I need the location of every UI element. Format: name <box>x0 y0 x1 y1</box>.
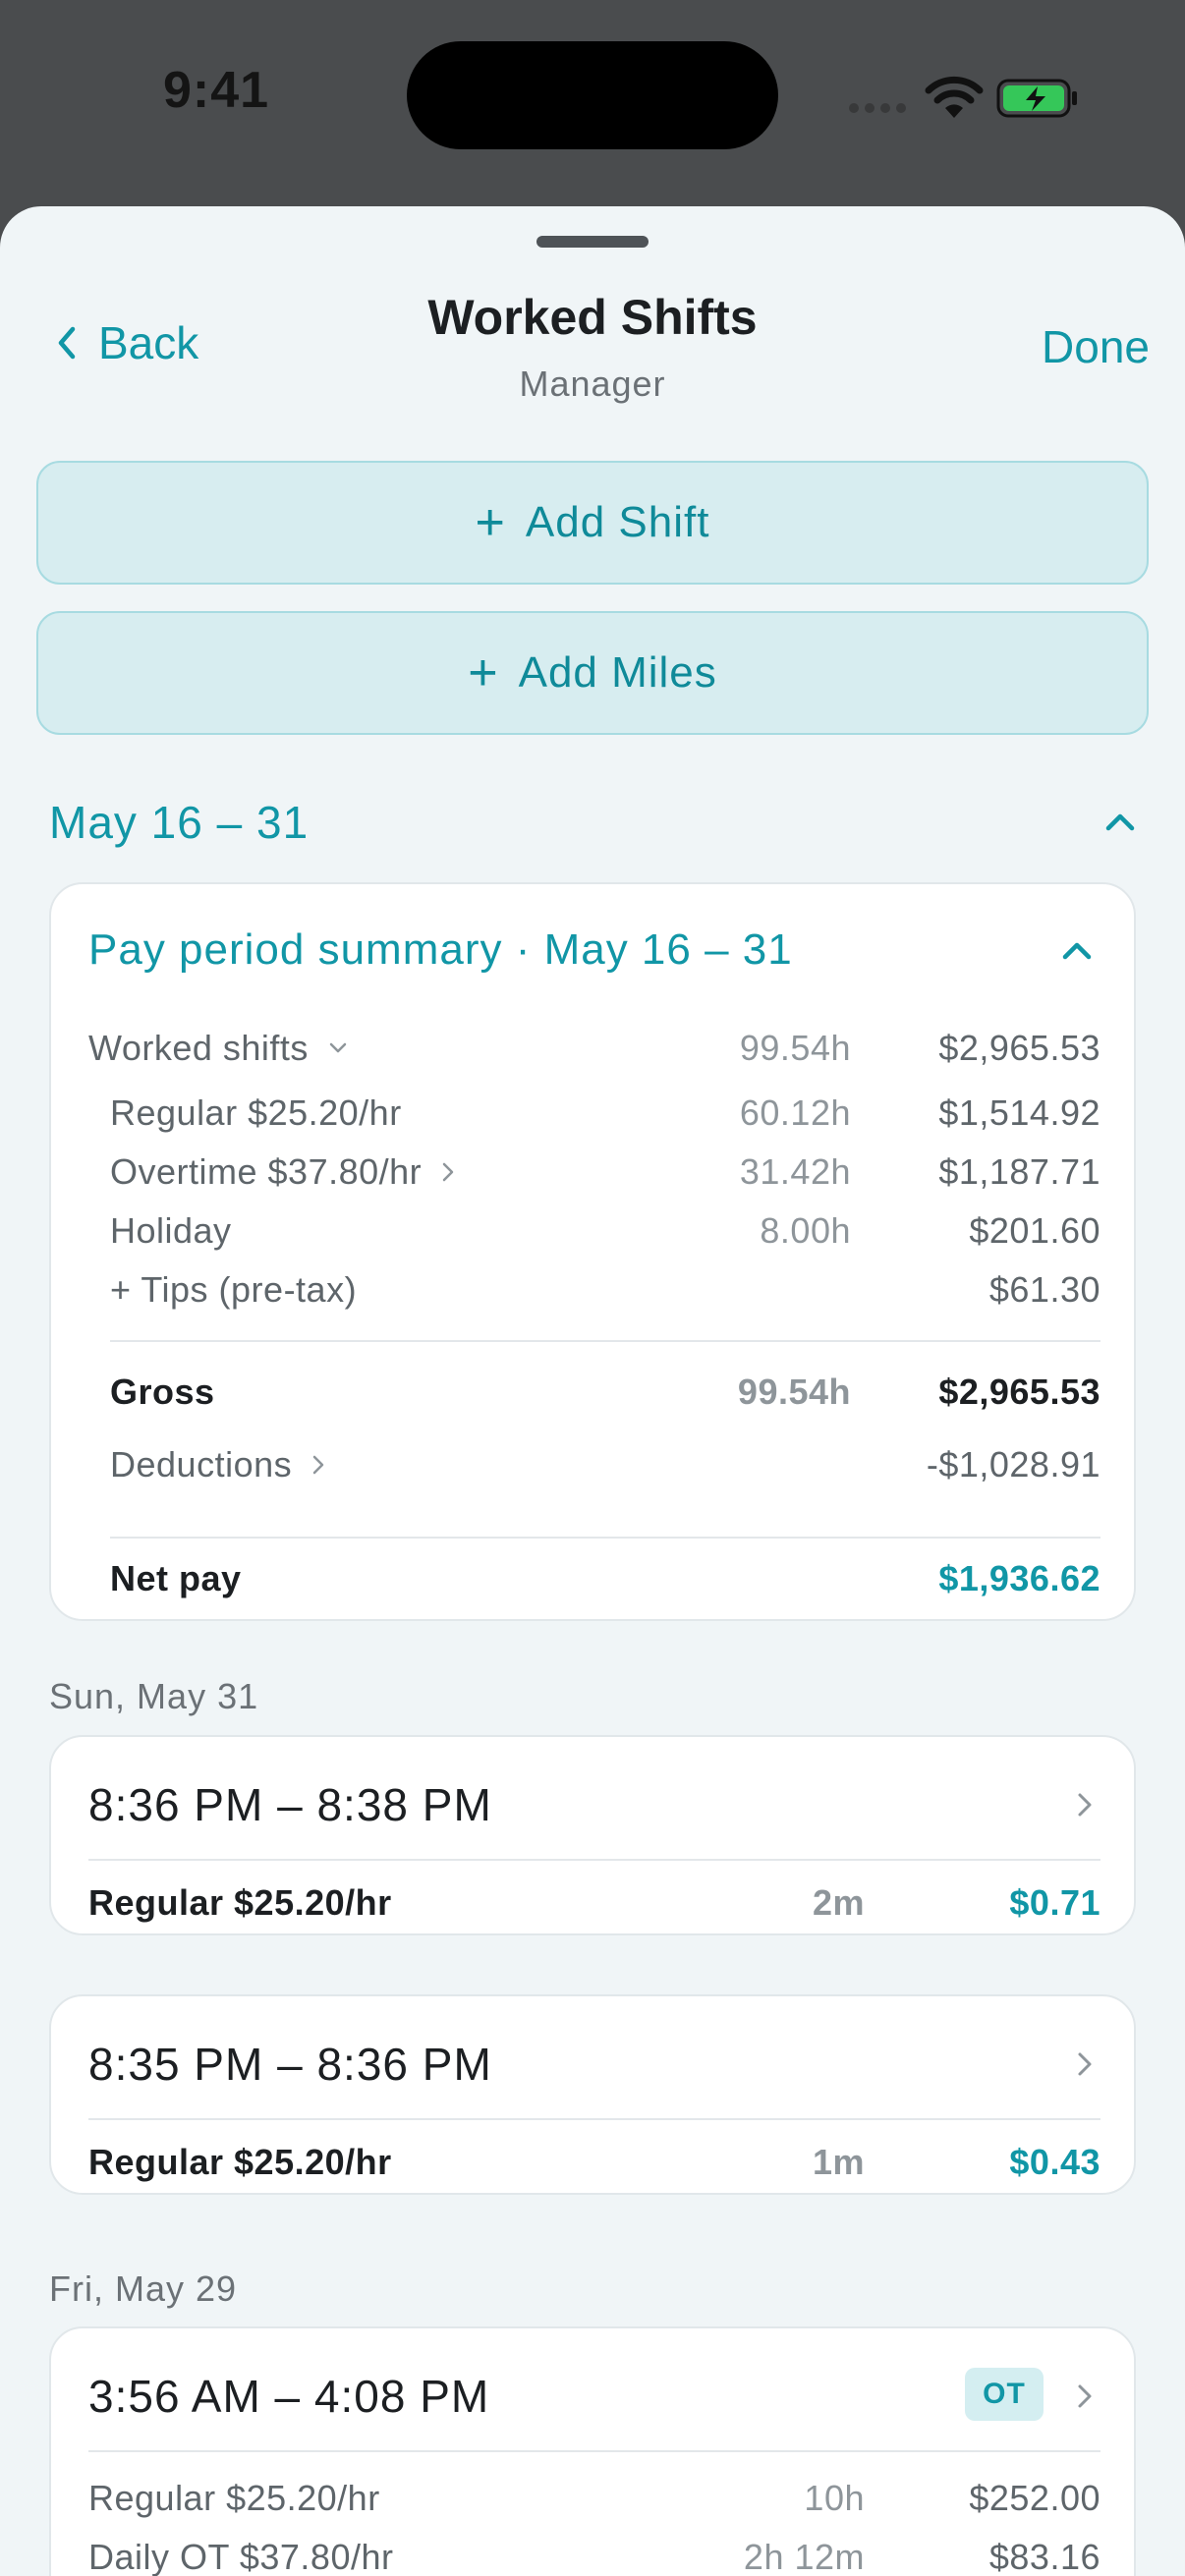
shift-card[interactable]: 8:35 PM – 8:36 PM Regular $25.20/hr 1m $… <box>49 1994 1136 2195</box>
add-shift-label: Add Shift <box>525 498 710 546</box>
row-label: Holiday <box>110 1210 232 1251</box>
plus-icon: + <box>468 644 499 701</box>
add-shift-button[interactable]: + Add Shift <box>36 461 1149 585</box>
row-label: Gross <box>110 1372 215 1412</box>
shift-card[interactable]: 8:36 PM – 8:38 PM Regular $25.20/hr 2m $… <box>49 1735 1136 1935</box>
row-hours: 60.12h <box>739 1092 851 1133</box>
shift-amount: $252.00 <box>969 2478 1100 2518</box>
pay-period-header[interactable]: May 16 – 31 <box>49 796 1136 849</box>
page-subtitle: Manager <box>519 364 666 404</box>
shift-amount: $83.16 <box>988 2537 1100 2576</box>
overtime-badge: OT <box>965 2368 1044 2421</box>
row-label: Worked shifts <box>88 1028 309 1068</box>
shift-amount: $0.43 <box>1009 2142 1100 2182</box>
summary-row-net-pay: Net pay $1,936.62 <box>88 1558 1100 1607</box>
row-amount: $1,936.62 <box>938 1558 1100 1598</box>
shift-rate: Regular $25.20/hr <box>88 1882 392 1923</box>
shift-time: 3:56 AM – 4:08 PM <box>88 2371 490 2422</box>
shift-time: 8:35 PM – 8:36 PM <box>88 2039 492 2090</box>
row-hours: 31.42h <box>739 1151 851 1192</box>
row-label: Net pay <box>110 1558 242 1598</box>
row-hours: 8.00h <box>760 1210 851 1251</box>
shift-duration: 1m <box>812 2142 865 2182</box>
add-miles-label: Add Miles <box>518 648 717 697</box>
chevron-right-icon <box>1078 2052 1092 2076</box>
row-amount: $1,514.92 <box>938 1092 1100 1133</box>
shift-divider <box>88 1859 1100 1861</box>
dynamic-island <box>407 41 778 149</box>
shift-duration: 10h <box>804 2478 865 2518</box>
cellular-signal-icon <box>849 103 906 113</box>
row-amount: $2,965.53 <box>938 1028 1100 1068</box>
summary-divider <box>110 1340 1100 1342</box>
summary-title: Pay period summary · May 16 – 31 <box>88 925 793 974</box>
summary-row-holiday: Holiday 8.00h $201.60 <box>88 1210 1100 1260</box>
row-label: Overtime $37.80/hr <box>110 1151 423 1192</box>
summary-row-regular: Regular $25.20/hr 60.12h $1,514.92 <box>88 1092 1100 1142</box>
status-time: 9:41 <box>163 62 270 119</box>
sheet-grabber[interactable] <box>536 236 649 248</box>
chevron-right-icon <box>1078 1793 1092 1817</box>
summary-row-deductions[interactable]: Deductions -$1,028.91 <box>88 1444 1100 1493</box>
row-hours: 99.54h <box>737 1372 851 1412</box>
shift-duration: 2m <box>812 1882 865 1923</box>
row-hours: 99.54h <box>739 1028 851 1068</box>
pay-period-summary-card: Pay period summary · May 16 – 31 Worked … <box>49 882 1136 1621</box>
summary-row-tips: + Tips (pre-tax) $61.30 <box>88 1269 1100 1318</box>
shift-card[interactable]: 3:56 AM – 4:08 PM OT Regular $25.20/hr 1… <box>49 2326 1136 2576</box>
summary-row-overtime[interactable]: Overtime $37.80/hr 31.42h $1,187.71 <box>88 1151 1100 1201</box>
row-amount: -$1,028.91 <box>926 1444 1100 1484</box>
shift-divider <box>88 2118 1100 2120</box>
summary-row-worked-shifts[interactable]: Worked shifts 99.54h $2,965.53 <box>88 1028 1100 1077</box>
shift-rate: Regular $25.20/hr <box>88 2478 380 2518</box>
wifi-icon <box>925 76 984 118</box>
shift-divider <box>88 2450 1100 2452</box>
plus-icon: + <box>475 494 506 551</box>
row-amount: $201.60 <box>969 1210 1100 1251</box>
done-button[interactable]: Done <box>1042 320 1150 373</box>
chevron-right-icon <box>312 1455 324 1475</box>
shift-amount: $0.71 <box>1009 1882 1100 1923</box>
chevron-right-icon <box>1078 2384 1092 2408</box>
row-label: Regular $25.20/hr <box>110 1092 402 1133</box>
battery-charging-icon <box>996 79 1077 118</box>
summary-row-gross: Gross 99.54h $2,965.53 <box>88 1372 1100 1421</box>
row-amount: $2,965.53 <box>938 1372 1100 1412</box>
add-miles-button[interactable]: + Add Miles <box>36 611 1149 735</box>
chevron-right-icon <box>442 1162 454 1182</box>
row-amount: $1,187.71 <box>938 1151 1100 1192</box>
status-bar: 9:41 <box>0 0 1185 196</box>
shift-duration: 2h 12m <box>743 2537 865 2576</box>
pay-period-label: May 16 – 31 <box>49 797 310 848</box>
summary-divider <box>110 1537 1100 1539</box>
day-label: Sun, May 31 <box>49 1676 259 1716</box>
row-label: + Tips (pre-tax) <box>110 1269 358 1310</box>
row-amount: $61.30 <box>988 1269 1100 1310</box>
page-title: Worked Shifts <box>427 290 758 345</box>
shift-time: 8:36 PM – 8:38 PM <box>88 1779 492 1830</box>
row-label: Deductions <box>110 1444 293 1484</box>
worked-shifts-sheet: Back Worked Shifts Manager Done + Add Sh… <box>0 206 1185 2576</box>
chevron-up-icon[interactable] <box>1061 941 1093 961</box>
day-label: Fri, May 29 <box>49 2268 238 2309</box>
chevron-down-icon <box>329 1042 347 1053</box>
shift-rate: Regular $25.20/hr <box>88 2142 392 2182</box>
shift-rate: Daily OT $37.80/hr <box>88 2537 394 2576</box>
chevron-up-icon[interactable] <box>1104 812 1136 832</box>
